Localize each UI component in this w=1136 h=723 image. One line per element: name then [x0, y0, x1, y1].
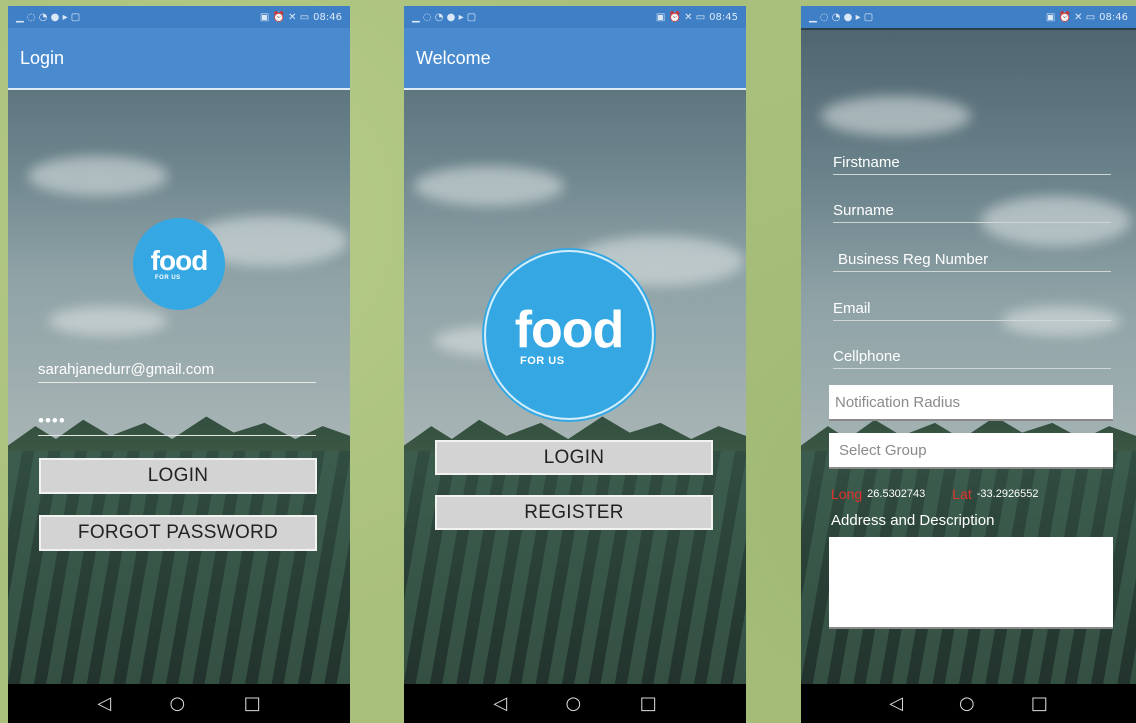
status-icons-right: ▣ ⏰ ✕ ▭ — [1045, 11, 1096, 23]
notification-radius-input[interactable]: Notification Radius — [829, 385, 1113, 421]
email-input[interactable]: Email — [833, 300, 1111, 321]
logo-word: food — [514, 300, 625, 359]
password-value: •••• — [38, 411, 66, 430]
address-description-textarea[interactable] — [829, 537, 1113, 629]
back-icon[interactable]: ◁ — [889, 693, 903, 714]
home-icon[interactable]: ○ — [566, 693, 582, 714]
status-bar: ▁ ◌ ◔ ● ▸ ▢ ▣ ⏰ ✕ ▭ 08:45 — [404, 6, 746, 28]
status-bar: ▁ ◌ ◔ ● ▸ ▢ ▣ ⏰ ✕ ▭ 08:46 — [801, 6, 1136, 28]
food-for-us-logo: food FOR US — [484, 250, 654, 420]
firstname-input[interactable]: Firstname — [833, 154, 1111, 175]
login-button[interactable]: LOGIN — [435, 440, 713, 475]
recent-apps-icon[interactable]: □ — [1031, 693, 1048, 714]
firstname-placeholder: Firstname — [833, 154, 900, 171]
business-reg-placeholder: Business Reg Number — [838, 251, 989, 268]
status-icons-left: ▁ ◌ ◔ ● ▸ ▢ — [809, 11, 874, 23]
page-title: Welcome — [416, 47, 491, 68]
register-screen: ▁ ◌ ◔ ● ▸ ▢ ▣ ⏰ ✕ ▭ 08:46 Firstname Surn… — [801, 6, 1136, 723]
status-bar: ▁ ◌ ◔ ● ▸ ▢ ▣ ⏰ ✕ ▭ 08:46 — [8, 6, 350, 28]
app-bar: Login — [8, 28, 350, 90]
navigation-bar: ◁ ○ □ — [404, 684, 746, 723]
recent-apps-icon[interactable]: □ — [244, 693, 261, 714]
latitude-label: Lat — [952, 486, 972, 502]
logo-word: food — [150, 245, 209, 276]
status-icons-left: ▁ ◌ ◔ ● ▸ ▢ — [16, 11, 81, 23]
password-input[interactable]: •••• — [38, 411, 316, 436]
longitude-label: Long — [831, 486, 863, 502]
recent-apps-icon[interactable]: □ — [640, 693, 657, 714]
status-icons-right: ▣ ⏰ ✕ ▭ — [655, 11, 706, 23]
back-icon[interactable]: ◁ — [493, 693, 507, 714]
surname-placeholder: Surname — [833, 202, 894, 219]
select-group-dropdown[interactable]: Select Group — [829, 433, 1113, 469]
email-value: sarahjanedurr@gmail.com — [38, 361, 215, 378]
location-coordinates: Long 26.5302743 Lat -33.2926552 — [831, 486, 1061, 502]
status-time: 08:45 — [709, 11, 738, 23]
cellphone-placeholder: Cellphone — [833, 348, 901, 365]
status-icons-left: ▁ ◌ ◔ ● ▸ ▢ — [412, 11, 477, 23]
email-input[interactable]: sarahjanedurr@gmail.com — [38, 361, 316, 383]
home-icon[interactable]: ○ — [959, 693, 975, 714]
back-icon[interactable]: ◁ — [97, 693, 111, 714]
latitude-value: -33.2926552 — [976, 488, 1039, 500]
forgot-password-button[interactable]: FORGOT PASSWORD — [39, 515, 317, 551]
notification-radius-placeholder: Notification Radius — [835, 393, 961, 411]
business-reg-input[interactable]: Business Reg Number — [833, 251, 1111, 272]
home-icon[interactable]: ○ — [170, 693, 186, 714]
status-time: 08:46 — [313, 11, 342, 23]
welcome-screen: ▁ ◌ ◔ ● ▸ ▢ ▣ ⏰ ✕ ▭ 08:45 Welcome food F… — [404, 6, 746, 723]
navigation-bar: ◁ ○ □ — [8, 684, 350, 723]
surname-input[interactable]: Surname — [833, 202, 1111, 223]
app-bar: Welcome — [404, 28, 746, 90]
status-icons-right: ▣ ⏰ ✕ ▭ — [259, 11, 310, 23]
logo-sub: FOR US — [155, 275, 181, 281]
select-group-placeholder: Select Group — [839, 441, 927, 459]
status-time: 08:46 — [1099, 11, 1128, 23]
email-placeholder: Email — [833, 300, 871, 317]
navigation-bar: ◁ ○ □ — [801, 684, 1136, 723]
logo-sub: FOR US — [520, 354, 565, 367]
address-label: Address and Description — [831, 512, 995, 529]
page-title: Login — [20, 47, 65, 68]
login-button[interactable]: LOGIN — [39, 458, 317, 494]
food-for-us-logo: food FOR US — [133, 218, 225, 310]
register-button[interactable]: REGISTER — [435, 495, 713, 530]
cellphone-input[interactable]: Cellphone — [833, 348, 1111, 369]
longitude-value: 26.5302743 — [867, 488, 926, 500]
login-screen: ▁ ◌ ◔ ● ▸ ▢ ▣ ⏰ ✕ ▭ 08:46 Login food FOR… — [8, 6, 350, 723]
